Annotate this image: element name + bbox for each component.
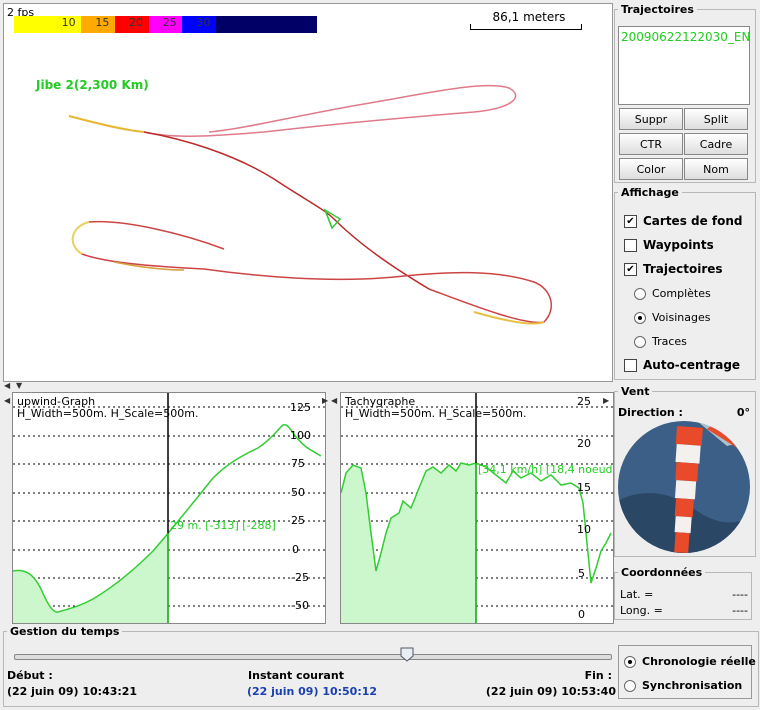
radio-selected-icon xyxy=(624,655,636,668)
debut-label: Début : xyxy=(7,669,53,682)
vent-legend: Vent xyxy=(621,385,650,398)
upwind-tick: 50 xyxy=(291,486,305,499)
collapse-down-icon[interactable]: ▼ xyxy=(16,381,22,390)
radio-icon xyxy=(624,679,636,692)
checkbox-empty-icon xyxy=(624,238,637,252)
radio-icon xyxy=(634,287,646,300)
cartes-label: Cartes de fond xyxy=(643,214,743,228)
graph-scroll-right-icon[interactable]: ▶ xyxy=(322,396,328,405)
tachy-tick: 20 xyxy=(577,437,591,450)
radio-icon xyxy=(634,335,646,348)
suppr-button[interactable]: Suppr xyxy=(619,108,683,130)
cadre-button[interactable]: Cadre xyxy=(684,133,748,155)
trajectory-list-item[interactable]: 20090622122030_END xyxy=(619,27,749,47)
trajectoires-legend: Trajectoires xyxy=(621,3,694,16)
fin-value: (22 juin 09) 10:53:40 xyxy=(485,685,616,698)
debut-value: (22 juin 09) 10:43:21 xyxy=(7,685,138,698)
time-slider-thumb[interactable] xyxy=(400,647,414,662)
tachy-tick: 10 xyxy=(577,523,591,536)
tachy-tick: 15 xyxy=(577,481,591,494)
upwind-graph-plot xyxy=(13,393,325,623)
tachy-tick: 0 xyxy=(578,608,585,621)
tachygraphe-plot xyxy=(341,393,613,623)
time-slider-track[interactable] xyxy=(14,654,612,660)
lat-value: ---- xyxy=(732,588,748,601)
checkbox-empty-icon xyxy=(624,358,637,372)
direction-value: 0° xyxy=(736,406,750,419)
chrono-label: Chronologie réelle xyxy=(642,655,756,668)
sync-label: Synchronisation xyxy=(642,679,743,692)
windsock-icon xyxy=(618,421,750,553)
coordonnees-legend: Coordonnées xyxy=(621,566,703,579)
upwind-cursor-label: 29 m. [-313] [-288] xyxy=(170,519,276,532)
collapse-up-icon[interactable]: ◀ xyxy=(4,381,10,390)
check-icon: ✔ xyxy=(624,262,637,276)
check-icon: ✔ xyxy=(624,214,637,228)
tachy-cursor-label: [34,1 km/h] [18,4 noeuds xyxy=(478,463,614,476)
lat-label: Lat. = xyxy=(620,588,654,601)
autocentrage-label: Auto-centrage xyxy=(643,358,741,372)
waypoints-label: Waypoints xyxy=(643,238,714,252)
upwind-graph: upwind-Graph H_Width=500m. H_Scale=500m.… xyxy=(12,392,326,624)
long-value: ---- xyxy=(732,604,748,617)
long-label: Long. = xyxy=(620,604,663,617)
cartes-checkbox[interactable]: ✔ Cartes de fond xyxy=(624,214,743,228)
affichage-legend: Affichage xyxy=(621,186,679,199)
completes-label: Complètes xyxy=(652,287,711,300)
instant-value: (22 juin 09) 10:50:12 xyxy=(246,685,378,698)
nom-button[interactable]: Nom xyxy=(684,158,748,180)
direction-label: Direction : xyxy=(618,406,683,419)
synchronisation-radio[interactable]: Synchronisation xyxy=(624,679,742,692)
tachygraphe-graph: Tachygraphe H_Width=500m. H_Scale=500m. … xyxy=(340,392,614,624)
upwind-tick: -50 xyxy=(291,599,309,612)
trajectory-track xyxy=(68,84,553,325)
tachy-tick: 25 xyxy=(577,395,591,408)
ctr-button[interactable]: CTR xyxy=(619,133,683,155)
fin-label: Fin : xyxy=(584,669,612,682)
traces-radio[interactable]: Traces xyxy=(634,335,687,348)
map-view[interactable]: 2 fps 10 15 20 25 30 86,1 meters Jibe 2(2,30… xyxy=(3,3,613,382)
graph2-scroll-left-icon[interactable]: ◀ xyxy=(331,396,337,405)
split-button[interactable]: Split xyxy=(684,108,748,130)
tachy-tick: 5 xyxy=(578,567,585,580)
trajectoires-checkbox[interactable]: ✔ Trajectoires xyxy=(624,262,723,276)
upwind-tick: 75 xyxy=(291,457,305,470)
traces-label: Traces xyxy=(652,335,687,348)
upwind-tick: 125 xyxy=(290,401,311,414)
graph2-scroll-right-icon[interactable]: ▶ xyxy=(603,396,609,405)
voisinages-radio[interactable]: Voisinages xyxy=(634,311,710,324)
instant-label: Instant courant xyxy=(248,669,344,682)
waypoints-checkbox[interactable]: Waypoints xyxy=(624,238,714,252)
time-legend: Gestion du temps xyxy=(10,625,120,638)
radio-selected-icon xyxy=(634,311,646,324)
trajectory-list[interactable]: 20090622122030_END xyxy=(618,26,750,105)
upwind-tick: 100 xyxy=(290,429,311,442)
completes-radio[interactable]: Complètes xyxy=(634,287,711,300)
upwind-tick: 0 xyxy=(292,543,299,556)
voisinages-label: Voisinages xyxy=(652,311,711,324)
upwind-tick: 25 xyxy=(291,514,305,527)
autocentrage-checkbox[interactable]: Auto-centrage xyxy=(624,358,740,372)
chrono-reelle-radio[interactable]: Chronologie réelle xyxy=(624,655,756,668)
color-button[interactable]: Color xyxy=(619,158,683,180)
trajectoires-label: Trajectoires xyxy=(643,262,723,276)
upwind-tick: -25 xyxy=(291,571,309,584)
graph-scroll-left-icon[interactable]: ◀ xyxy=(4,396,10,405)
